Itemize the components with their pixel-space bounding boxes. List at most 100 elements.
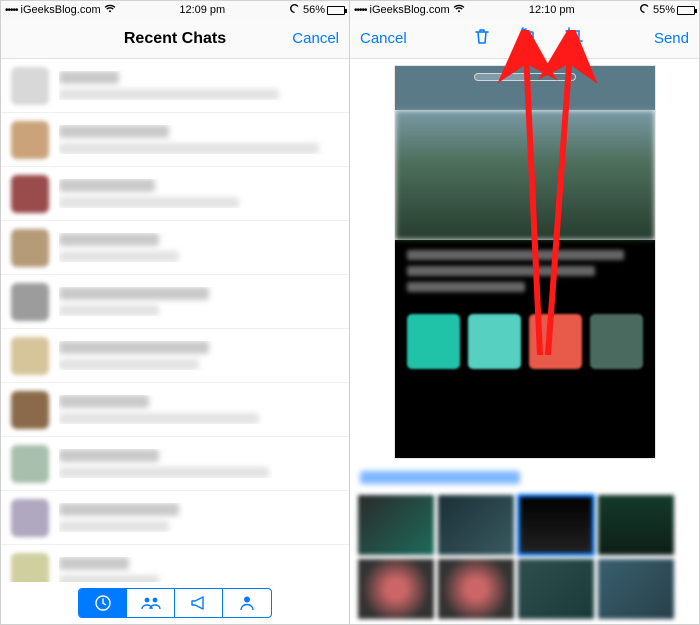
chat-row[interactable] [1, 113, 349, 167]
nav-bar-right: Cancel Send [350, 19, 699, 59]
nav-icon-group [410, 26, 645, 51]
refresh-icon [289, 3, 300, 17]
cancel-button[interactable]: Cancel [283, 30, 339, 47]
horn-icon [190, 596, 208, 610]
chat-row[interactable] [1, 167, 349, 221]
chat-avatar [11, 175, 49, 213]
battery-pct: 56% [303, 4, 325, 16]
thumbnail-strip [350, 495, 699, 619]
preview-card [407, 314, 460, 369]
battery-indicator: 56% [303, 4, 345, 16]
carrier-label: iGeeksBlog.com [21, 4, 101, 16]
preview-segmented [474, 73, 576, 81]
chat-text [59, 557, 339, 582]
chat-message [59, 467, 269, 478]
chat-row[interactable] [1, 437, 349, 491]
chat-text [59, 395, 339, 424]
tab-broadcast[interactable] [175, 589, 223, 617]
chat-avatar [11, 283, 49, 321]
chat-name [59, 449, 159, 462]
chat-avatar [11, 553, 49, 583]
chat-list[interactable] [1, 59, 349, 582]
preview-header [395, 66, 655, 110]
preview-card [529, 314, 582, 369]
chat-text [59, 125, 339, 154]
chat-avatar [11, 121, 49, 159]
person-icon [240, 595, 254, 611]
chat-avatar [11, 67, 49, 105]
chat-row[interactable] [1, 329, 349, 383]
wifi-icon [453, 4, 465, 16]
chat-row[interactable] [1, 491, 349, 545]
tab-groups[interactable] [127, 589, 175, 617]
caption-placeholder [360, 471, 520, 484]
preview-seg-1 [475, 74, 525, 80]
thumbnail[interactable] [358, 495, 434, 555]
chat-name [59, 287, 209, 300]
status-bar-left: ••••• iGeeksBlog.com 12:09 pm 56% [1, 1, 349, 19]
chat-name [59, 503, 179, 516]
chat-avatar [11, 337, 49, 375]
chat-row[interactable] [1, 545, 349, 582]
people-icon [141, 596, 161, 610]
tab-contacts[interactable] [223, 589, 271, 617]
chat-avatar [11, 229, 49, 267]
chat-name [59, 71, 119, 84]
signal-dots: ••••• [354, 5, 367, 16]
chat-row[interactable] [1, 383, 349, 437]
chat-text [59, 71, 339, 100]
wifi-icon [104, 4, 116, 16]
chat-message [59, 251, 179, 262]
thumbnail[interactable] [518, 495, 594, 555]
preview-text-line [407, 282, 525, 292]
preview-seg-2 [525, 74, 575, 80]
chat-message [59, 413, 259, 424]
chat-message [59, 305, 159, 316]
thumbnail[interactable] [598, 495, 674, 555]
status-time: 12:10 pm [465, 4, 639, 16]
preview-card [468, 314, 521, 369]
chat-avatar [11, 499, 49, 537]
crop-icon[interactable] [564, 26, 584, 51]
caption-input[interactable] [360, 465, 689, 489]
chat-row[interactable] [1, 275, 349, 329]
cancel-button[interactable]: Cancel [360, 30, 410, 47]
preview-text-line [407, 266, 596, 276]
screenshot-pair: ••••• iGeeksBlog.com 12:09 pm 56% Recent… [0, 0, 700, 625]
trash-icon[interactable] [472, 26, 492, 51]
chat-name [59, 125, 169, 138]
clock-icon [94, 594, 112, 612]
chat-text [59, 449, 339, 478]
chat-message [59, 521, 169, 532]
preview-card-row [407, 314, 643, 369]
image-preview[interactable] [394, 65, 656, 459]
chat-message [59, 197, 239, 208]
chat-message [59, 575, 159, 582]
left-pane: ••••• iGeeksBlog.com 12:09 pm 56% Recent… [1, 1, 350, 624]
chat-row[interactable] [1, 59, 349, 113]
chat-text [59, 341, 339, 370]
battery-icon [327, 6, 345, 15]
chat-name [59, 557, 129, 570]
tab-recent[interactable] [79, 589, 127, 617]
refresh-icon [639, 3, 650, 17]
status-bar-right: ••••• iGeeksBlog.com 12:10 pm 55% [350, 1, 699, 19]
preview-text-line [407, 250, 624, 260]
chat-text [59, 503, 339, 532]
preview-body [395, 240, 655, 458]
chat-row[interactable] [1, 221, 349, 275]
battery-icon [677, 6, 695, 15]
chat-text [59, 287, 339, 316]
chat-name [59, 341, 209, 354]
thumbnail[interactable] [518, 559, 594, 619]
preview-card [590, 314, 643, 369]
rotate-icon[interactable] [518, 26, 538, 51]
chat-text [59, 179, 339, 208]
thumbnail[interactable] [438, 495, 514, 555]
thumbnail[interactable] [598, 559, 674, 619]
nav-bar-left: Recent Chats Cancel [1, 19, 349, 59]
send-button[interactable]: Send [645, 30, 689, 47]
thumbnail[interactable] [438, 559, 514, 619]
chat-message [59, 359, 199, 370]
thumbnail[interactable] [358, 559, 434, 619]
